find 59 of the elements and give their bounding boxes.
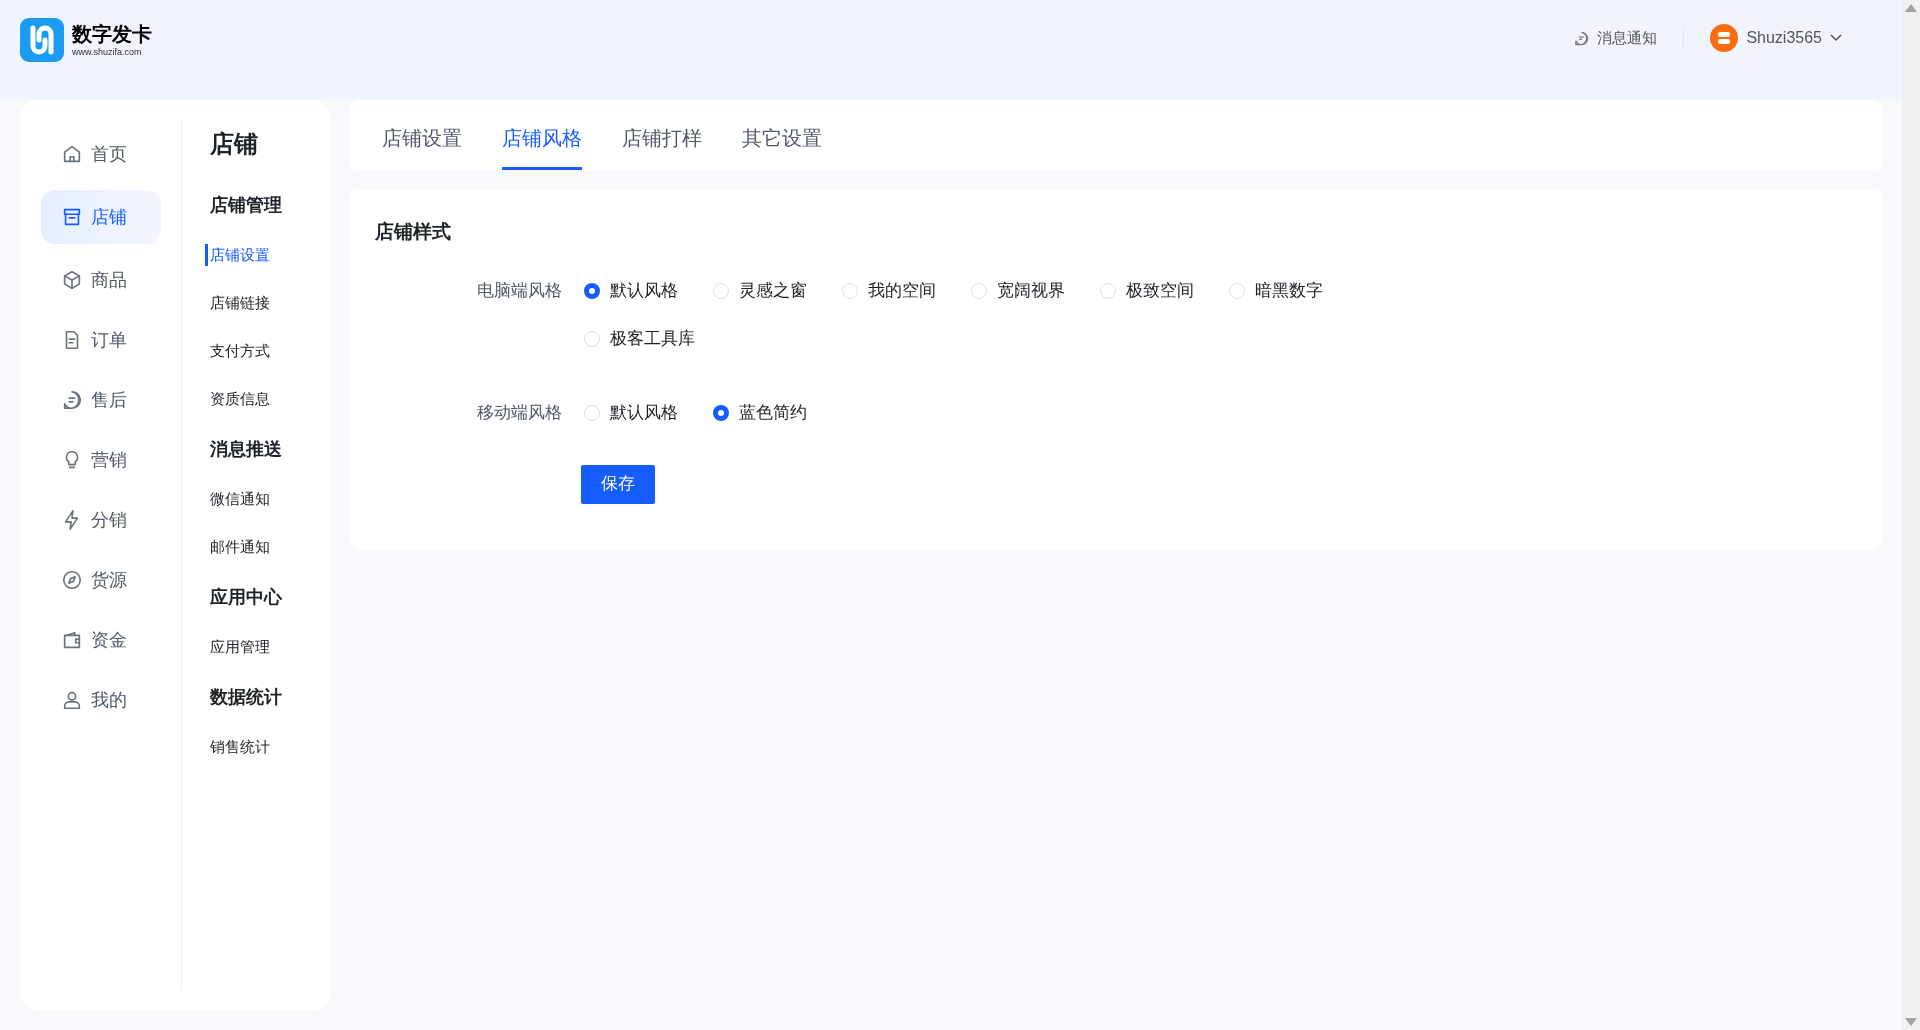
radio-button[interactable] [584, 330, 600, 347]
submenu-item[interactable]: 店铺设置 [205, 244, 270, 266]
radio-option[interactable]: 极致空间 [1078, 276, 1207, 305]
radio-button[interactable] [713, 282, 729, 299]
nav-item[interactable]: 商品 [40, 256, 161, 304]
nav-item[interactable]: 售后 [40, 376, 161, 424]
tab[interactable]: 其它设置 [742, 123, 822, 170]
nav-item[interactable]: 店铺 [40, 190, 161, 244]
radio-option[interactable]: 宽阔视界 [949, 276, 1078, 305]
nav-item[interactable]: 我的 [40, 676, 161, 724]
radio-button[interactable] [584, 404, 600, 421]
logo-icon [20, 18, 64, 62]
radio-button[interactable] [713, 404, 729, 421]
logo-name: 数字发卡 [72, 22, 152, 46]
save-button[interactable]: 保存 [581, 464, 655, 504]
avatar-icon [1710, 24, 1739, 52]
nav-item[interactable]: 资金 [40, 616, 161, 664]
tab[interactable]: 店铺打样 [622, 123, 702, 170]
radio-option[interactable]: 我的空间 [820, 276, 949, 305]
scroll-down-icon[interactable] [1905, 1018, 1917, 1026]
submenu-item[interactable]: 微信通知 [210, 488, 270, 510]
submenu-group-title: 消息推送 [210, 438, 283, 461]
chevron-down-icon [1830, 34, 1842, 42]
nav-item[interactable]: 首页 [40, 130, 161, 178]
submenu-item[interactable]: 销售统计 [210, 736, 270, 758]
section-title: 店铺样式 [375, 220, 452, 244]
field-label: 移动端风格 [476, 401, 562, 424]
nav-item[interactable]: 货源 [40, 556, 161, 604]
radio-button[interactable] [842, 282, 858, 299]
radio-option[interactable]: 蓝色简约 [691, 398, 820, 427]
radio-option[interactable]: 默认风格 [562, 398, 691, 427]
radio-button[interactable] [971, 282, 987, 299]
tab[interactable]: 店铺风格 [502, 123, 582, 170]
nav-item[interactable]: 营销 [40, 436, 161, 484]
radio-button[interactable] [584, 282, 600, 299]
scrollbar[interactable] [1902, 0, 1920, 1030]
logo-url: www.shuzifa.com [72, 46, 143, 58]
notifications-button[interactable]: 消息通知 [1574, 26, 1658, 50]
submenu-title: 店铺 [210, 129, 259, 159]
submenu-group-title: 应用中心 [210, 586, 283, 609]
submenu-item[interactable]: 应用管理 [210, 636, 270, 658]
submenu-item[interactable]: 资质信息 [210, 388, 270, 410]
user-menu[interactable]: Shuzi3565 [1710, 24, 1842, 52]
compass-icon [60, 569, 83, 591]
submenu-item[interactable]: 邮件通知 [210, 536, 270, 558]
radio-option[interactable]: 灵感之窗 [691, 276, 820, 305]
submenu-item[interactable]: 支付方式 [210, 340, 270, 362]
tab[interactable]: 店铺设置 [382, 123, 462, 170]
nav-item[interactable]: 订单 [40, 316, 161, 364]
radio-button[interactable] [1100, 282, 1116, 299]
radio-option[interactable]: 暗黑数字 [1207, 276, 1336, 305]
scroll-up-icon[interactable] [1905, 4, 1917, 12]
field-label: 电脑端风格 [476, 279, 562, 302]
submenu-item[interactable]: 店铺链接 [210, 292, 270, 314]
radio-option[interactable]: 默认风格 [562, 276, 691, 305]
nav-item[interactable]: 分销 [40, 496, 161, 544]
submenu-group-title: 店铺管理 [210, 194, 283, 217]
submenu-group-title: 数据统计 [210, 686, 283, 709]
radio-button[interactable] [1229, 282, 1245, 299]
